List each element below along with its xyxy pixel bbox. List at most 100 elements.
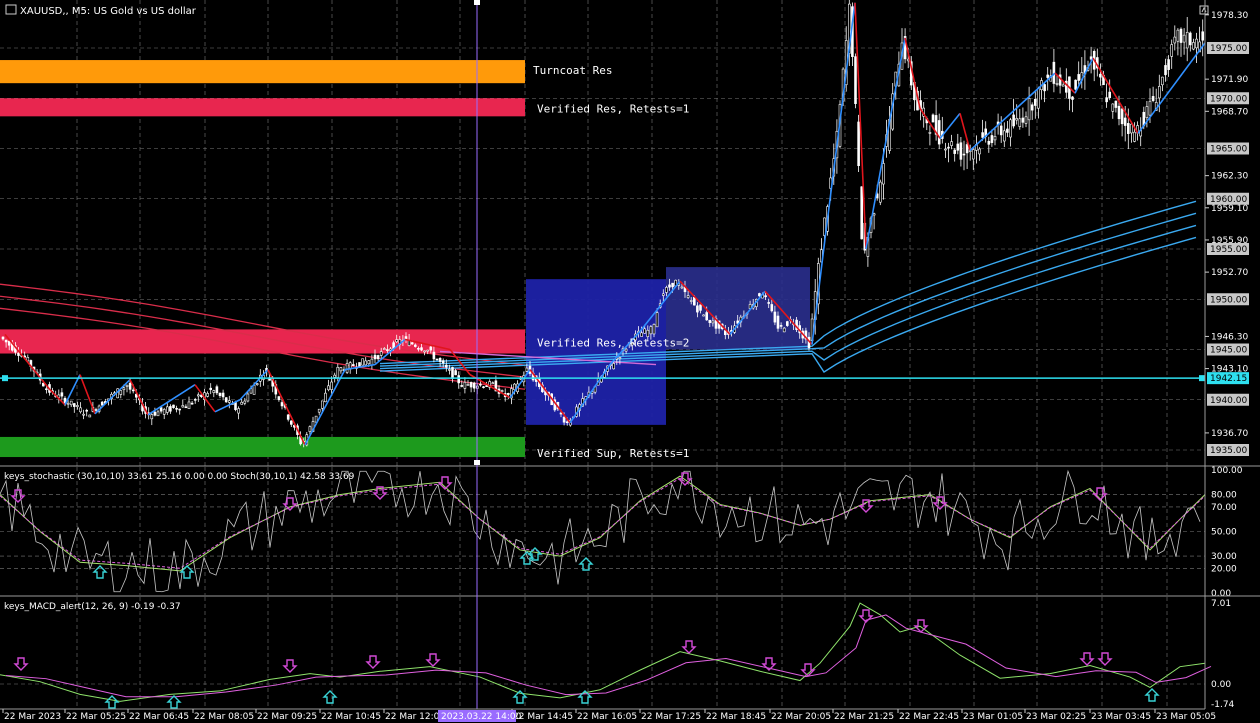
candle-body <box>460 385 464 387</box>
candle-body <box>190 402 194 405</box>
candle-body <box>500 390 504 392</box>
candle-body <box>153 411 157 416</box>
price-label: 1952.70 <box>1211 268 1248 278</box>
candle-body <box>1055 83 1059 85</box>
candle-body <box>962 153 966 156</box>
trading-chart[interactable]: Turncoat Res Verified Res, Retests=1 Verif… <box>0 0 1260 723</box>
candle-body <box>857 121 860 166</box>
candle-body <box>928 132 932 134</box>
time-label: 23 Mar 01:05 <box>963 712 1023 722</box>
price-level-tag-text: 1950.00 <box>1210 295 1247 305</box>
candle-body <box>618 357 622 359</box>
candle-body <box>252 385 256 395</box>
candle-body <box>128 382 132 390</box>
chart-title: XAUUSD,, M5: US Gold vs US dollar <box>20 6 197 17</box>
candle-body <box>246 393 250 402</box>
time-label: 23 Mar 05:05 <box>1156 712 1216 722</box>
crosshair-handle-top[interactable] <box>474 0 480 5</box>
candle-body <box>773 311 777 323</box>
time-label: 22 Mar 18:45 <box>706 712 766 722</box>
time-label: 22 Mar 09:25 <box>257 712 317 722</box>
candle-body <box>324 392 327 403</box>
stoch-indicator-label: keys_stochastic (30,10,10) 33.61 25.16 0… <box>4 472 355 482</box>
price-line-handle-right[interactable] <box>1199 375 1205 382</box>
candle-body <box>506 393 510 395</box>
sr-zone <box>0 60 525 84</box>
price-label: 1978.30 <box>1211 11 1248 21</box>
candle-body <box>482 386 485 389</box>
candle-body <box>1015 118 1019 121</box>
candle-body <box>45 388 48 391</box>
candle-body <box>429 346 433 351</box>
crosshair-handle-bottom[interactable] <box>474 460 480 465</box>
candle-body <box>1074 79 1077 90</box>
candle-body <box>193 399 197 401</box>
candle-body <box>612 363 616 370</box>
candle-body <box>255 383 259 385</box>
stoch-level-label: 50.00 <box>1211 528 1237 538</box>
candle-body <box>224 397 228 403</box>
time-label: 23 Mar 02:25 <box>1026 712 1086 722</box>
candle-body <box>162 409 166 415</box>
candle-body <box>1021 117 1025 123</box>
candle-body <box>1024 116 1028 124</box>
candle-body <box>671 282 674 288</box>
candle-body <box>454 370 457 376</box>
candle-body <box>785 321 789 326</box>
candle-body <box>978 148 981 155</box>
candle-body <box>705 312 709 321</box>
candle-body <box>345 363 349 373</box>
candle-body <box>339 367 343 372</box>
candle-body <box>1006 128 1009 133</box>
candle-body <box>327 385 330 391</box>
candle-body <box>689 300 693 302</box>
stoch-level-label: 20.00 <box>1211 564 1237 574</box>
candle-body <box>417 347 420 350</box>
candle-body <box>708 319 712 323</box>
window-title: XAUUSD,, M5: US Gold vs US dollar <box>5 4 197 17</box>
candle-body <box>119 390 123 395</box>
candle-body <box>373 354 377 360</box>
candle-body <box>1 336 5 340</box>
candle-body <box>85 409 88 412</box>
candle-body <box>41 382 45 387</box>
candle-body <box>854 56 857 104</box>
candle-body <box>649 326 653 335</box>
candle-body <box>166 406 169 413</box>
candle-body <box>438 358 442 362</box>
crosshair-time-text: 2023.03.22 14:00 <box>441 712 522 722</box>
candle-body <box>758 293 761 297</box>
candle-body <box>878 181 882 203</box>
candle-body <box>131 389 135 392</box>
time-label: 22 Mar 14:45 <box>513 712 573 722</box>
time-label: 22 Mar 22:45 <box>899 712 959 722</box>
candle-body <box>1195 38 1198 49</box>
candle-body <box>872 213 876 216</box>
candle-body <box>1185 32 1189 49</box>
candle-body <box>423 350 426 353</box>
candle-body <box>60 392 64 397</box>
candle-body <box>237 408 240 414</box>
candle-body <box>562 416 566 423</box>
candle-body <box>882 163 885 185</box>
macd-level-label: -1.74 <box>1211 700 1235 710</box>
candle-body <box>981 132 984 138</box>
price-label: 1959.10 <box>1211 204 1248 214</box>
sr-zone <box>0 98 525 117</box>
candle-body <box>367 360 371 365</box>
candle-body <box>410 342 414 345</box>
sr-zone <box>0 436 525 458</box>
macd-level-label: 7.01 <box>1211 599 1231 609</box>
candle-body <box>665 287 668 293</box>
candle-body <box>215 386 219 394</box>
candle-body <box>1170 44 1173 57</box>
candle-body <box>150 414 154 420</box>
candle-body <box>206 393 209 397</box>
price-level-tag-text: 1945.00 <box>1210 346 1247 356</box>
price-line-handle-left[interactable] <box>2 375 8 382</box>
candle-body <box>1192 42 1195 50</box>
candle-body <box>1009 119 1012 138</box>
price-label: 1971.90 <box>1211 75 1248 85</box>
candle-body <box>699 304 702 311</box>
candle-body <box>999 125 1003 136</box>
